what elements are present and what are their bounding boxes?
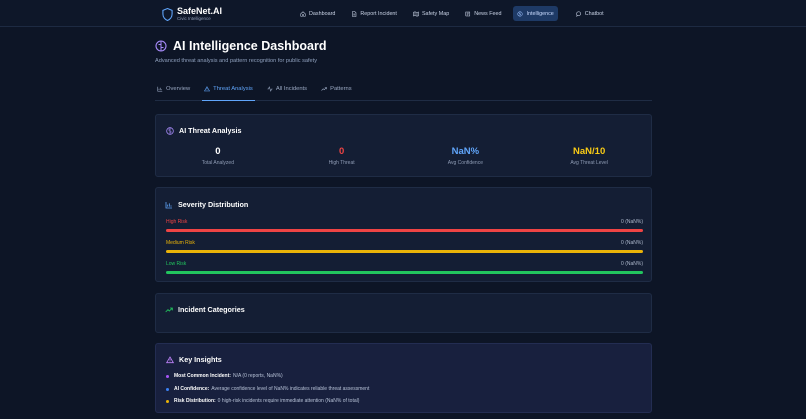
severity-distribution-title: Severity Distribution: [178, 200, 249, 209]
nav-safety-map[interactable]: Safety Map: [409, 6, 453, 21]
tab-overview-label: Overview: [166, 86, 191, 92]
incident-categories-title: Incident Categories: [178, 305, 245, 314]
nav-report-incident-label: Report Incident: [360, 10, 397, 17]
tab-all-incidents-label: All Incidents: [275, 86, 308, 92]
bar-chart-icon: [165, 201, 172, 208]
map-icon: [413, 10, 419, 17]
insight-item: Most Common Incident: N/A (0 reports, Na…: [166, 373, 283, 379]
trend-up-icon: [321, 87, 327, 91]
tab-threat-analysis-label: Threat Analysis: [213, 85, 253, 92]
brain-icon: [166, 126, 174, 135]
severity-high-label: High Risk: [166, 219, 188, 225]
warning-triangle-icon: [204, 85, 211, 91]
trend-up-icon: [165, 307, 173, 312]
nav-chatbot[interactable]: Chatbot: [572, 6, 608, 21]
stat-total-analyzed: 0 Total Analyzed: [156, 146, 280, 166]
threat-analysis-header: AI Threat Analysis: [166, 126, 241, 135]
tab-bar: Overview Threat Analysis All Incidents P…: [155, 83, 652, 101]
nav-news-feed-label: News Feed: [474, 10, 502, 17]
brand-logo[interactable]: SafeNet.AI Civic Intelligence: [162, 5, 222, 23]
key-insights-card: Key Insights Most Common Incident: N/A (…: [155, 343, 652, 413]
page-header: AI Intelligence Dashboard: [155, 39, 327, 53]
stat-high-threat-label: High Threat: [328, 160, 355, 166]
insight-key: Risk Distribution:: [174, 398, 216, 404]
shield-icon: [162, 7, 173, 21]
stat-high-threat-value: 0: [338, 146, 345, 157]
severity-distribution-header: Severity Distribution: [165, 200, 248, 209]
severity-medium-pct: 0 (NaN%): [621, 240, 643, 246]
stat-high-threat: 0 High Threat: [280, 146, 404, 166]
severity-row-high: High Risk 0 (NaN%): [166, 219, 643, 232]
tab-patterns[interactable]: Patterns: [319, 83, 354, 101]
nav-dashboard[interactable]: Dashboard: [296, 6, 339, 21]
brain-icon: [155, 40, 167, 52]
nav-intelligence-label: Intelligence: [526, 10, 554, 17]
newspaper-icon: [465, 11, 471, 16]
chat-icon: [576, 10, 581, 17]
nav-intelligence[interactable]: Intelligence: [513, 6, 558, 21]
insight-item: Risk Distribution: 0 high-risk incidents…: [166, 398, 359, 404]
nav-safety-map-label: Safety Map: [421, 10, 450, 17]
tab-all-incidents[interactable]: All Incidents: [265, 83, 309, 101]
severity-row-medium: Medium Risk 0 (NaN%): [166, 240, 643, 253]
stat-total-analyzed-label: Total Analyzed: [201, 160, 234, 166]
threat-stats: 0 Total Analyzed 0 High Threat NaN% Avg …: [156, 146, 651, 166]
document-icon: [352, 10, 357, 17]
insight-key: Most Common Incident:: [174, 373, 231, 379]
warning-triangle-icon: [166, 355, 174, 363]
severity-distribution-card: Severity Distribution High Risk 0 (NaN%)…: [155, 187, 652, 282]
key-insights-header: Key Insights: [166, 355, 222, 364]
insight-text: 0 high-risk incidents require immediate …: [217, 398, 360, 404]
bullet-dot: [166, 374, 169, 378]
insight-text: Average confidence level of NaN% indicat…: [211, 386, 370, 392]
severity-row-low: Low Risk 0 (NaN%): [166, 261, 643, 274]
bar-chart-icon: [157, 86, 163, 92]
page-subtitle: Advanced threat analysis and pattern rec…: [155, 58, 318, 64]
tab-threat-analysis[interactable]: Threat Analysis: [202, 83, 255, 101]
incident-categories-header: Incident Categories: [165, 305, 245, 314]
stat-avg-threat-level: NaN/10 Avg Threat Level: [527, 146, 651, 166]
insight-item: AI Confidence: Average confidence level …: [166, 386, 369, 392]
page-title: AI Intelligence Dashboard: [173, 39, 327, 53]
incident-categories-card: Incident Categories: [155, 293, 652, 333]
top-navbar: SafeNet.AI Civic Intelligence Dashboard …: [0, 0, 806, 27]
nav-dashboard-label: Dashboard: [309, 10, 336, 17]
bullet-dot: [166, 399, 169, 403]
severity-medium-label: Medium Risk: [166, 240, 195, 246]
severity-low-bar: [166, 271, 643, 274]
stat-total-analyzed-value: 0: [215, 146, 221, 157]
nav-report-incident[interactable]: Report Incident: [347, 6, 401, 21]
nav-chatbot-label: Chatbot: [584, 10, 604, 17]
severity-high-bar: [166, 229, 643, 232]
brand-name: SafeNet.AI: [177, 5, 223, 16]
stat-avg-threat-level-label: Avg Threat Level: [570, 160, 608, 166]
activity-icon: [267, 86, 273, 92]
home-icon: [300, 10, 306, 17]
severity-low-label: Low Risk: [166, 261, 187, 267]
severity-low-pct: 0 (NaN%): [621, 261, 643, 267]
brand-tagline: Civic Intelligence: [177, 15, 211, 21]
insight-key: AI Confidence:: [174, 386, 210, 392]
tab-overview[interactable]: Overview: [155, 83, 192, 101]
key-insights-title: Key Insights: [179, 355, 222, 364]
stat-avg-confidence-value: NaN%: [451, 146, 480, 157]
severity-high-pct: 0 (NaN%): [621, 219, 643, 225]
severity-medium-bar: [166, 250, 643, 253]
brain-icon: [517, 10, 524, 17]
threat-analysis-title: AI Threat Analysis: [179, 126, 242, 135]
tab-patterns-label: Patterns: [330, 86, 352, 92]
nav-links: Dashboard Report Incident Safety Map New…: [296, 6, 616, 21]
stat-avg-threat-level-value: NaN/10: [573, 146, 606, 157]
bullet-dot: [166, 387, 169, 391]
threat-analysis-card: AI Threat Analysis 0 Total Analyzed 0 Hi…: [155, 114, 652, 177]
stat-avg-confidence-label: Avg Confidence: [447, 160, 483, 166]
nav-news-feed[interactable]: News Feed: [461, 6, 505, 21]
insight-text: N/A (0 reports, NaN%): [232, 373, 283, 379]
stat-avg-confidence: NaN% Avg Confidence: [404, 146, 528, 166]
